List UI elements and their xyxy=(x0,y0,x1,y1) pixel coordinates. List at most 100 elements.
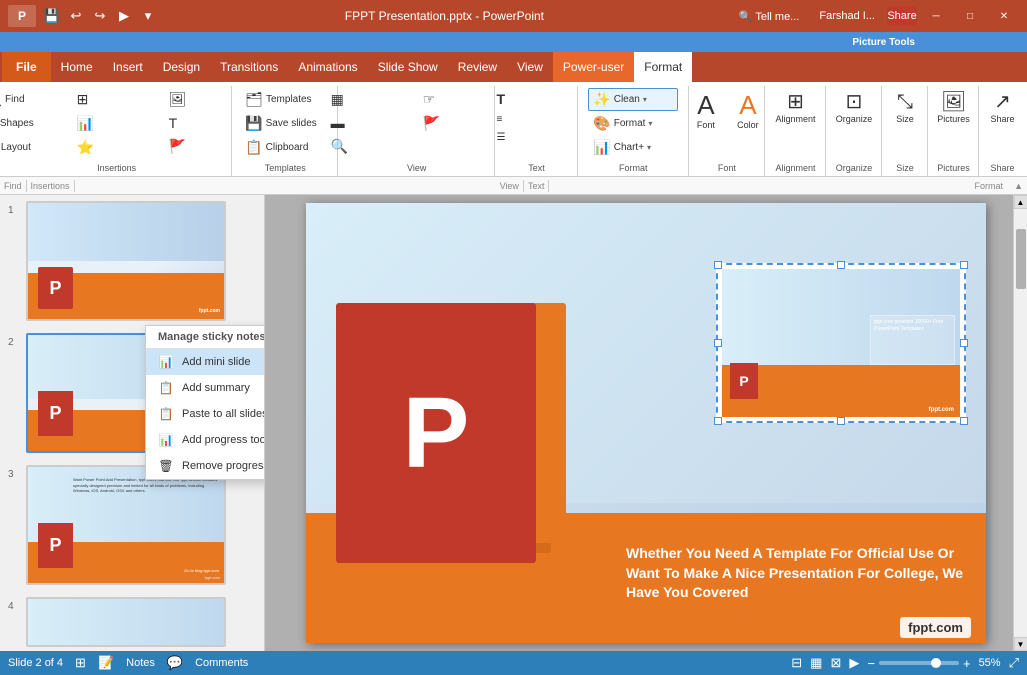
clipboard-button[interactable]: 📋 Clipboard xyxy=(240,136,330,159)
font-button[interactable]: A Font xyxy=(686,88,726,134)
slide-img-1[interactable]: P fppt.com xyxy=(26,201,226,321)
scroll-up-btn[interactable]: ▲ xyxy=(1014,195,1027,209)
zoom-out-icon[interactable]: − xyxy=(867,656,875,671)
menu-insert[interactable]: Insert xyxy=(103,52,153,82)
handle-ml[interactable] xyxy=(714,339,722,347)
chartplus-button[interactable]: 📊 Chart+ ▾ xyxy=(588,136,678,159)
share-button[interactable]: Share xyxy=(887,6,917,26)
pictures-button[interactable]: 🖼 Pictures xyxy=(931,88,976,128)
slide-canvas[interactable]: P Whether You Need A Template For Offici… xyxy=(265,195,1027,651)
mini-slide-box[interactable]: fppt.com provides 10000+ Free PowerPoint… xyxy=(716,263,966,423)
text-align-button[interactable]: ≡ xyxy=(491,111,581,128)
save-slides-button[interactable]: 💾 Save slides xyxy=(240,112,330,135)
notes-label[interactable]: Notes xyxy=(126,657,155,669)
slide-text-bottom: Whether You Need A Template For Official… xyxy=(626,544,966,603)
menu-home[interactable]: Home xyxy=(51,52,103,82)
alignment-button[interactable]: ⊞ Alignment xyxy=(769,88,821,128)
main-slide[interactable]: P Whether You Need A Template For Offici… xyxy=(306,203,986,643)
canvas-scrollbar[interactable]: ▲ ▼ xyxy=(1013,195,1027,651)
scroll-thumb[interactable] xyxy=(1016,229,1026,289)
share-button[interactable]: ↗ Share xyxy=(983,88,1023,128)
menu-transitions[interactable]: Transitions xyxy=(210,52,288,82)
find-button[interactable]: 🔍 Find xyxy=(0,88,70,111)
slide-img-3[interactable]: P Want Power Point Add Presentation, fpp… xyxy=(26,465,226,585)
handle-bc[interactable] xyxy=(837,417,845,425)
size-button[interactable]: ⤡ Size xyxy=(885,88,925,128)
zoom-level: 55% xyxy=(979,657,1001,669)
pictures-icon: 🖼 xyxy=(941,92,966,112)
slide-panel[interactable]: 1 P fppt.com 2 P Whether You Need xyxy=(0,195,265,651)
view-slide-icon[interactable]: ▦ xyxy=(810,655,822,671)
minimize-button[interactable]: ─ xyxy=(921,6,951,26)
handle-br[interactable] xyxy=(960,417,968,425)
remove-progress-label: Remove progress t... xyxy=(182,460,265,472)
save-icon[interactable]: 💾 xyxy=(42,6,62,26)
slide-thumb-4[interactable]: 4 xyxy=(0,591,264,651)
menu-poweruser[interactable]: Power-user xyxy=(553,52,634,82)
table-button[interactable]: ⊞ xyxy=(72,88,162,111)
insertions-label: Insertions xyxy=(97,161,136,174)
maximize-button[interactable]: □ xyxy=(955,6,985,26)
tell-me-box[interactable]: 🔍 Tell me... xyxy=(731,10,808,23)
text-icon: T xyxy=(169,115,178,131)
layout-button[interactable]: ▦ Layout xyxy=(0,136,70,159)
templates-button[interactable]: 🗂 Templates xyxy=(240,88,330,111)
menu-animations[interactable]: Animations xyxy=(288,52,367,82)
comments-icon[interactable]: 💬 xyxy=(167,655,183,671)
menu-add-progress[interactable]: 📊 Add progress tools xyxy=(146,427,265,453)
notes-icon[interactable]: 📝 xyxy=(98,655,114,671)
status-bar: Slide 2 of 4 ⊞ 📝 Notes 💬 Comments ⊟ ▦ ⊠ … xyxy=(0,651,1027,675)
view-reading-icon[interactable]: ⊠ xyxy=(830,655,841,671)
text-list-button[interactable]: ☰ xyxy=(491,129,581,146)
slide2-p: P xyxy=(38,391,73,436)
view-normal-icon[interactable]: ⊟ xyxy=(791,655,802,671)
close-button[interactable]: ✕ xyxy=(989,6,1019,26)
undo-icon[interactable]: ↩ xyxy=(66,6,86,26)
menu-review[interactable]: Review xyxy=(448,52,507,82)
grid-button[interactable]: ▦ xyxy=(326,88,416,111)
scroll-track[interactable] xyxy=(1015,209,1027,637)
slide-img-4[interactable] xyxy=(26,597,226,647)
powerpoint-logo[interactable]: P xyxy=(8,5,36,27)
handle-tc[interactable] xyxy=(837,261,845,269)
menu-file[interactable]: File xyxy=(2,52,51,82)
zoom-bar[interactable]: − + xyxy=(867,656,970,671)
zoom-slider[interactable] xyxy=(879,661,959,665)
ruler-collapse[interactable]: ▲ xyxy=(1003,181,1023,191)
icon-button[interactable]: ⭐ xyxy=(72,136,162,159)
menu-format[interactable]: Format xyxy=(634,52,692,82)
handle-tr[interactable] xyxy=(960,261,968,269)
text-style-button[interactable]: T xyxy=(491,88,581,110)
zoom-in-icon[interactable]: + xyxy=(963,656,971,671)
chart-button[interactable]: 📊 xyxy=(72,112,162,135)
menu-design[interactable]: Design xyxy=(153,52,210,82)
menu-add-summary[interactable]: 📋 Add summary xyxy=(146,375,265,401)
zoom-button[interactable]: 🔍 xyxy=(326,135,416,158)
menu-view[interactable]: View xyxy=(507,52,553,82)
clean-button[interactable]: ✨ Clean ▾ xyxy=(588,88,678,111)
menu-slideshow[interactable]: Slide Show xyxy=(368,52,448,82)
zoom-thumb[interactable] xyxy=(931,658,941,668)
shapes-button[interactable]: ⬡ Shapes xyxy=(0,112,70,135)
color-button[interactable]: A Color xyxy=(728,88,768,134)
handle-tl[interactable] xyxy=(714,261,722,269)
slide-layout-icon[interactable]: ⊞ xyxy=(75,655,86,671)
comments-label[interactable]: Comments xyxy=(195,657,248,669)
slide-thumb-1[interactable]: 1 P fppt.com xyxy=(0,195,264,327)
redo-icon[interactable]: ↪ xyxy=(90,6,110,26)
menu-add-mini-slide[interactable]: 📊 Add mini slide xyxy=(146,349,265,375)
format-btn[interactable]: 🎨 Format ▾ xyxy=(588,112,678,135)
fit-icon[interactable]: ⤢ xyxy=(1009,655,1019,671)
slide-view-button[interactable]: ▬ xyxy=(326,112,416,134)
handle-bl[interactable] xyxy=(714,417,722,425)
present-icon[interactable]: ▶ xyxy=(114,6,134,26)
scroll-down-btn[interactable]: ▼ xyxy=(1014,637,1027,651)
dropdown-icon[interactable]: ▾ xyxy=(138,6,158,26)
slideshow-icon[interactable]: ▶ xyxy=(849,655,859,671)
menu-remove-progress[interactable]: 🗑 Remove progress t... xyxy=(146,453,265,479)
ribbon-group-templates: 🗂 Templates 💾 Save slides 📋 Clipboard Te… xyxy=(233,86,338,176)
slide1-top xyxy=(28,203,224,261)
menu-paste-all[interactable]: 📋 Paste to all slides xyxy=(146,401,265,427)
handle-mr[interactable] xyxy=(960,339,968,347)
organize-button[interactable]: ⊡ Organize xyxy=(830,88,879,128)
